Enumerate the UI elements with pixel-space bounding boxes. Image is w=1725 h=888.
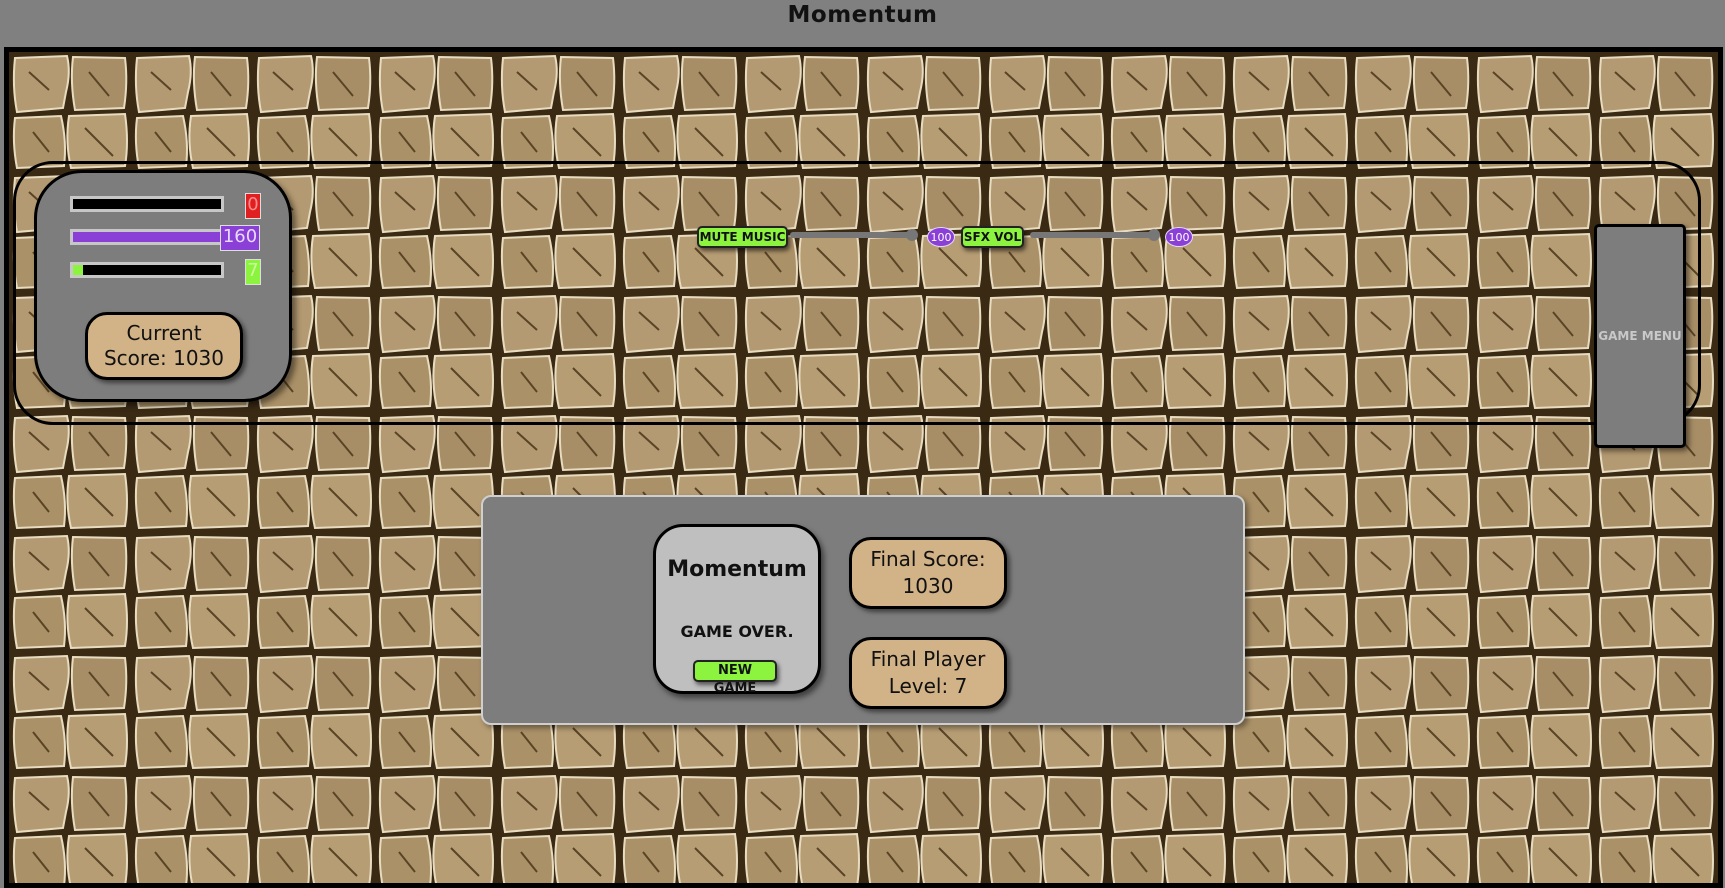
mute-music-button[interactable]: MUTE MUSIC [697,226,788,248]
energy-bar [70,229,224,245]
energy-bar-fill [73,232,221,242]
final-score-value: 1030 [902,574,954,598]
health-value: 0 [245,193,261,219]
energy-value: 160 [220,225,260,251]
game-over-panel: Momentum GAME OVER. NEW GAME Final Score… [481,495,1245,725]
stats-panel: 0 160 7 Current Score: 1030 [34,170,292,402]
music-volume-thumb[interactable] [906,229,918,241]
final-level-box: Final Player Level: 7 [849,637,1007,709]
music-volume-value: 100 [927,227,955,247]
level-bar [70,262,224,278]
game-over-message: GAME OVER. [680,622,794,641]
health-bar [70,196,224,212]
final-level-value: Level: 7 [888,674,968,698]
new-game-button[interactable]: NEW GAME [693,660,777,696]
level-bar-fill [73,265,84,275]
sfx-volume-value: 100 [1165,227,1193,247]
game-over-card: Momentum GAME OVER. NEW GAME [653,524,821,696]
final-level-label: Final Player [870,647,986,671]
sfx-volume-thumb[interactable] [1148,229,1160,241]
current-score-label: Current [126,321,202,345]
final-score-label: Final Score: [870,547,986,571]
music-volume-slider[interactable] [790,232,914,238]
current-score-box: Current Score: 1030 [85,312,243,380]
final-score-box: Final Score: 1030 [849,537,1007,609]
sfx-volume-slider[interactable] [1030,232,1156,238]
game-over-title: Momentum [667,557,807,582]
current-score-value: Score: 1030 [103,346,224,370]
page-title: Momentum [787,2,938,28]
title-bar: Momentum [0,0,1725,46]
level-value: 7 [245,259,261,285]
game-menu-button[interactable]: GAME MENU [1594,224,1686,448]
sfx-volume-button[interactable]: SFX VOL [961,226,1024,248]
